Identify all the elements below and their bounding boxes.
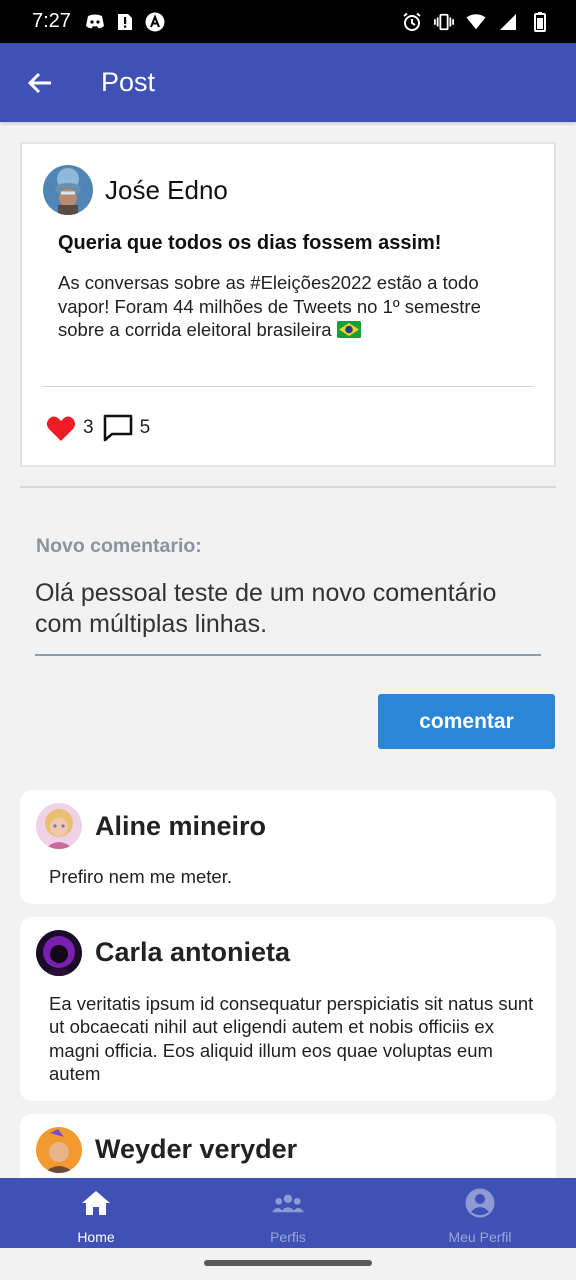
comment-text: Ea veritatis ipsum id consequatur perspi… [49,992,534,1085]
nav-profiles-label: Perfis [270,1229,306,1245]
post-body-text: As conversas sobre as #Eleições2022 estã… [58,272,481,340]
status-bar: 7:27 [0,0,576,43]
comments-count: 5 [139,417,151,438]
comment-icon[interactable] [102,412,134,444]
comment-card: Aline mineiro Prefiro nem me meter. [20,790,556,904]
wifi-icon [466,12,486,32]
post-header: Jośe Edno [43,165,228,215]
comment-avatar[interactable] [36,929,82,976]
nav-home-label: Home [77,1229,115,1245]
arrow-left-icon [27,72,51,93]
new-comment-label: Novo comentario: [36,535,202,557]
gesture-handle[interactable] [204,1260,372,1266]
post-body: As conversas sobre as #Eleições2022 estã… [58,271,528,342]
post-divider [43,386,533,387]
comment-input[interactable] [35,576,541,656]
nav-my-profile-label: Meu Perfil [448,1229,512,1245]
account-circle-icon [464,1187,496,1219]
author-avatar[interactable] [43,165,93,215]
alert-icon [115,12,135,32]
home-icon [80,1187,112,1219]
brazil-flag-icon [336,320,361,338]
page-title: Post [101,67,156,97]
comment-text: Prefiro nem me meter. [49,866,233,887]
app-bar: Post [0,43,576,122]
discord-icon [85,12,105,32]
comment-avatar[interactable] [36,803,82,849]
post-author[interactable]: Jośe Edno [105,175,228,206]
comment-author[interactable]: Weyder veryder [95,1134,297,1165]
status-time: 7:27 [32,10,71,32]
comments-list: Aline mineiro Prefiro nem me meter. Carl… [20,790,556,1178]
nav-home[interactable]: Home [0,1178,192,1248]
comment-author[interactable]: Aline mineiro [95,811,266,842]
comment-submit-button[interactable]: comentar [378,694,555,749]
bottom-nav: Home Perfis Meu Perfil [0,1178,576,1248]
comment-avatar[interactable] [36,1126,82,1173]
likes-count: 3 [83,417,94,438]
heart-icon[interactable] [45,412,77,444]
post-actions: 3 5 [45,412,158,444]
battery-icon [530,11,550,32]
app-a-icon [145,12,165,32]
people-icon [272,1187,304,1219]
comment-card: Carla antonieta Ea veritatis ipsum id co… [20,916,556,1101]
signal-icon [498,12,518,32]
nav-profiles[interactable]: Perfis [192,1178,384,1248]
nav-my-profile[interactable]: Meu Perfil [384,1178,576,1248]
comment-card: Weyder veryder [20,1113,556,1178]
comment-author[interactable]: Carla antonieta [95,937,290,968]
back-button[interactable] [20,63,60,103]
post-title: Queria que todos os dias fossem assim! [58,232,442,254]
vibrate-icon [434,12,454,32]
section-divider [20,486,556,488]
post-card: Jośe Edno Queria que todos os dias fosse… [20,142,556,467]
gesture-area [0,1248,576,1280]
alarm-icon [402,12,422,32]
